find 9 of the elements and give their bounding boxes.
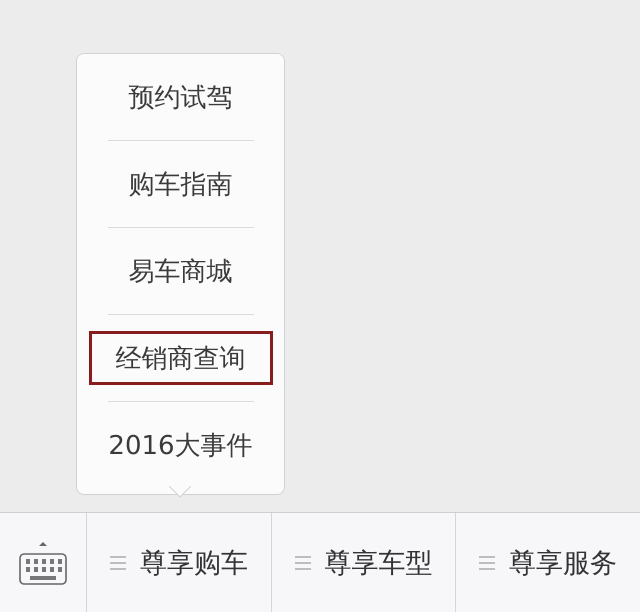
menu-item[interactable]: 经销商查询 (88, 331, 272, 385)
menu-icon (110, 556, 126, 570)
menu-icon (294, 556, 310, 570)
keyboard-icon (18, 540, 68, 586)
menu-icon (479, 556, 496, 570)
menu-item[interactable]: 易车商城 (98, 228, 262, 314)
menu-item[interactable]: 2016大事件 (98, 402, 262, 488)
menu-item[interactable]: 预约试驾 (98, 54, 262, 140)
menu-item[interactable]: 购车指南 (98, 141, 262, 227)
